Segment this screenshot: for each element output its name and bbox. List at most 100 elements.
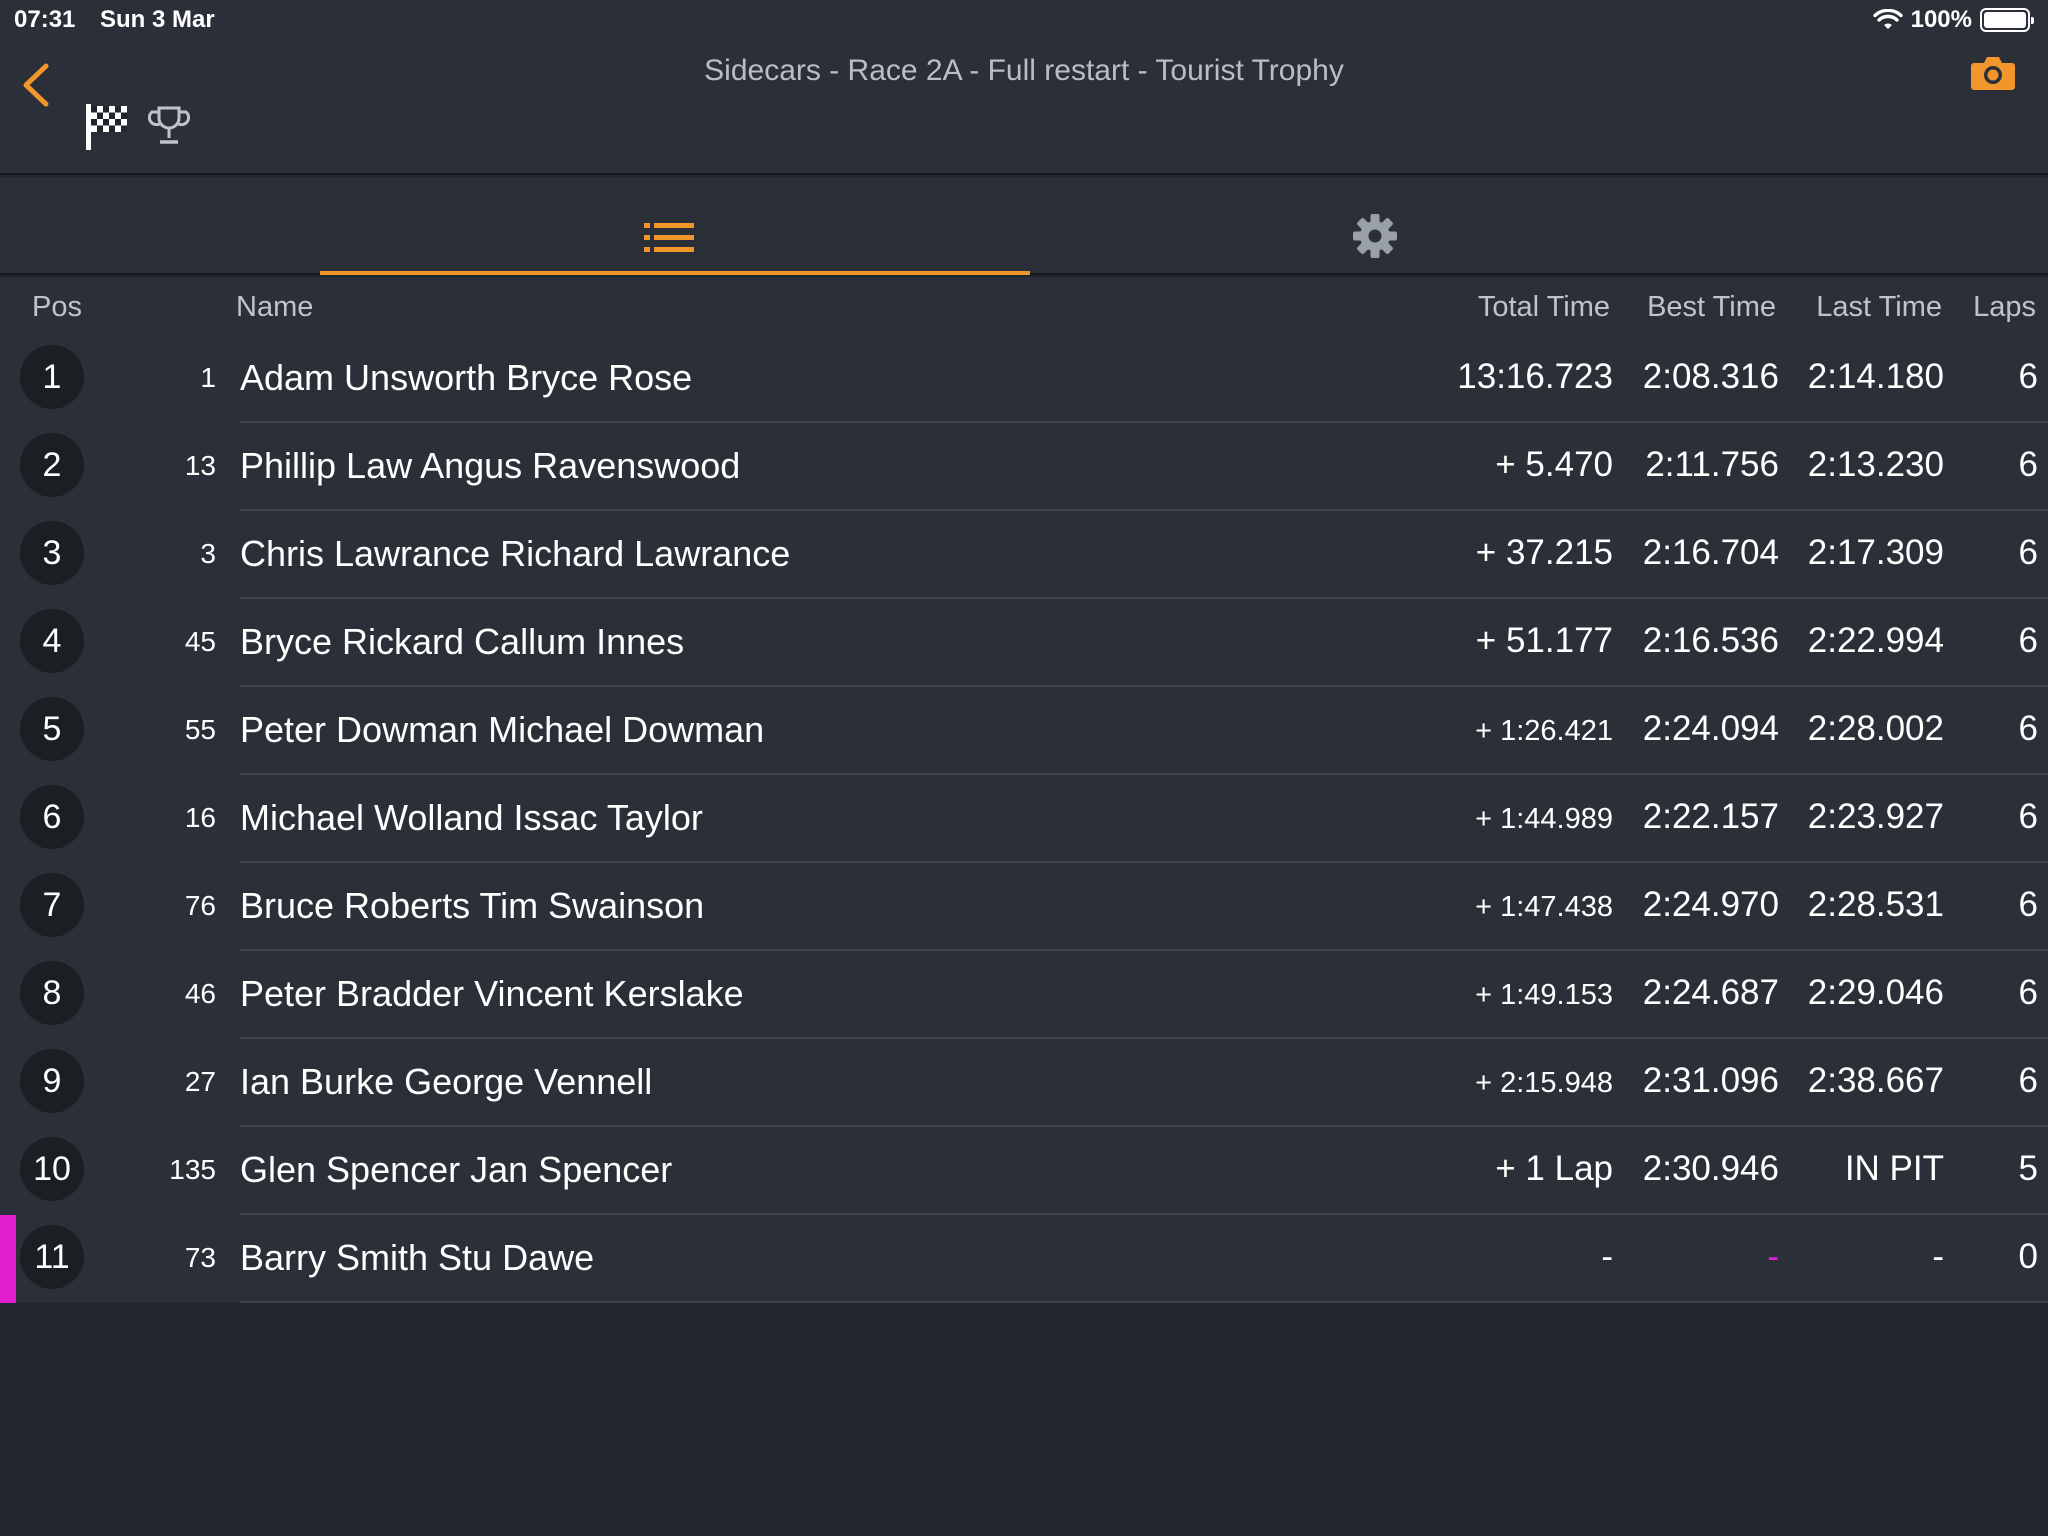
- table-row[interactable]: 10 135 Glen Spencer Jan Spencer + 1 Lap …: [0, 1127, 2048, 1215]
- status-time: 07:31: [14, 6, 76, 33]
- status-indicators: 100%: [1872, 6, 2034, 34]
- laps-count: 6: [2018, 797, 2038, 836]
- total-time: + 1:47.438: [1475, 891, 1613, 923]
- rider-names: Peter Dowman Michael Dowman: [240, 709, 765, 750]
- wifi-icon: [1872, 9, 1903, 29]
- table-row[interactable]: 1 1 Adam Unsworth Bryce Rose 13:16.723 2…: [0, 335, 2048, 423]
- column-header-pos[interactable]: Pos: [32, 291, 82, 324]
- column-header-laps[interactable]: Laps: [1973, 291, 2036, 324]
- column-header-name[interactable]: Name: [236, 291, 313, 324]
- best-time: 2:24.970: [1642, 885, 1779, 924]
- last-time: 2:29.046: [1807, 973, 1944, 1012]
- rider-names: Chris Lawrance Richard Lawrance: [240, 533, 791, 574]
- last-time: 2:14.180: [1807, 357, 1944, 396]
- best-time: -: [1767, 1237, 1779, 1276]
- table-row[interactable]: 9 27 Ian Burke George Vennell + 2:15.948…: [0, 1039, 2048, 1127]
- last-time: 2:23.927: [1807, 797, 1944, 836]
- race-number: 1: [200, 362, 216, 393]
- race-number: 46: [184, 978, 216, 1009]
- laps-count: 6: [2018, 445, 2038, 484]
- rider-names: Peter Bradder Vincent Kerslake: [240, 973, 744, 1014]
- rider-names: Glen Spencer Jan Spencer: [240, 1149, 673, 1190]
- status-bar: 07:31 Sun 3 Mar 100%: [0, 0, 2048, 40]
- last-time: 2:28.002: [1807, 709, 1944, 748]
- tab-settings[interactable]: [1062, 177, 1692, 275]
- last-time: -: [1932, 1237, 1944, 1276]
- laps-count: 6: [2018, 709, 2038, 748]
- total-time: + 1:44.989: [1475, 803, 1613, 835]
- column-header-best-time[interactable]: Best Time: [1647, 291, 1776, 324]
- last-time: 2:17.309: [1807, 533, 1944, 572]
- total-time: 13:16.723: [1457, 357, 1613, 396]
- position-badge: 10: [20, 1137, 84, 1201]
- table-row[interactable]: 5 55 Peter Dowman Michael Dowman + 1:26.…: [0, 687, 2048, 775]
- tab-results-list[interactable]: [320, 177, 1030, 275]
- position-badge: 11: [20, 1225, 84, 1289]
- race-number: 3: [200, 538, 216, 569]
- last-time: 2:22.994: [1807, 621, 1944, 660]
- best-time: 2:16.536: [1642, 621, 1779, 660]
- table-row[interactable]: 3 3 Chris Lawrance Richard Lawrance + 37…: [0, 511, 2048, 599]
- laps-count: 6: [2018, 533, 2038, 572]
- race-number: 55: [184, 714, 216, 745]
- position-badge: 1: [20, 345, 84, 409]
- column-header-total-time[interactable]: Total Time: [1478, 291, 1610, 324]
- laps-count: 6: [2018, 885, 2038, 924]
- race-number: 76: [184, 890, 216, 921]
- rider-names: Bruce Roberts Tim Swainson: [240, 885, 705, 926]
- total-time: + 1:49.153: [1475, 979, 1613, 1011]
- table-row[interactable]: 6 16 Michael Wolland Issac Taylor + 1:44…: [0, 775, 2048, 863]
- gear-icon: [1353, 214, 1397, 258]
- battery-percent: 100%: [1910, 6, 1972, 33]
- best-time: 2:11.756: [1645, 445, 1779, 484]
- rider-names: Adam Unsworth Bryce Rose: [240, 357, 693, 398]
- last-time: 2:28.531: [1807, 885, 1944, 924]
- position-badge: 8: [20, 961, 84, 1025]
- table-row[interactable]: 11 73 Barry Smith Stu Dawe - - - 0: [0, 1215, 2048, 1303]
- table-header: Pos Name Total Time Best Time Last Time …: [0, 277, 2048, 335]
- rider-names: Ian Burke George Vennell: [240, 1061, 653, 1102]
- position-badge: 7: [20, 873, 84, 937]
- position-badge: 9: [20, 1049, 84, 1113]
- position-badge: 2: [20, 433, 84, 497]
- navigation-bar: Sidecars - Race 2A - Full restart - Tour…: [0, 40, 2048, 175]
- column-header-last-time[interactable]: Last Time: [1816, 291, 1942, 324]
- list-icon: [644, 223, 694, 252]
- tab-bar: [0, 177, 2048, 275]
- race-number: 13: [184, 450, 216, 481]
- row-highlight-marker: [0, 1215, 16, 1303]
- rider-names: Michael Wolland Issac Taylor: [240, 797, 703, 838]
- table-row[interactable]: 7 76 Bruce Roberts Tim Swainson + 1:47.4…: [0, 863, 2048, 951]
- best-time: 2:22.157: [1642, 797, 1779, 836]
- table-row[interactable]: 8 46 Peter Bradder Vincent Kerslake + 1:…: [0, 951, 2048, 1039]
- status-date: Sun 3 Mar: [100, 6, 215, 33]
- total-time: + 1:26.421: [1475, 715, 1613, 747]
- total-time: + 1 Lap: [1495, 1149, 1613, 1188]
- best-time: 2:24.687: [1642, 973, 1779, 1012]
- battery-icon: [1980, 8, 2034, 32]
- best-time: 2:24.094: [1642, 709, 1779, 748]
- position-badge: 5: [20, 697, 84, 761]
- race-number: 16: [184, 802, 216, 833]
- rider-names: Barry Smith Stu Dawe: [240, 1237, 595, 1278]
- laps-count: 5: [2018, 1149, 2038, 1188]
- position-badge: 4: [20, 609, 84, 673]
- table-row[interactable]: 2 13 Phillip Law Angus Ravenswood + 5.47…: [0, 423, 2048, 511]
- last-time: 2:13.230: [1807, 445, 1944, 484]
- last-time: 2:38.667: [1807, 1061, 1944, 1100]
- best-time: 2:16.704: [1642, 533, 1779, 572]
- race-number: 27: [184, 1066, 216, 1097]
- trophy-icon[interactable]: [148, 104, 190, 148]
- laps-count: 0: [2018, 1237, 2038, 1276]
- laps-count: 6: [2018, 1061, 2038, 1100]
- laps-count: 6: [2018, 621, 2038, 660]
- total-time: + 2:15.948: [1475, 1067, 1613, 1099]
- race-number: 45: [184, 626, 216, 657]
- camera-button[interactable]: [1970, 54, 2016, 92]
- table-row[interactable]: 4 45 Bryce Rickard Callum Innes + 51.177…: [0, 599, 2048, 687]
- checkered-flag-icon: [86, 104, 127, 150]
- race-number: 73: [184, 1242, 216, 1273]
- best-time: 2:08.316: [1642, 357, 1779, 396]
- total-time: -: [1601, 1237, 1613, 1276]
- total-time: + 51.177: [1475, 621, 1613, 660]
